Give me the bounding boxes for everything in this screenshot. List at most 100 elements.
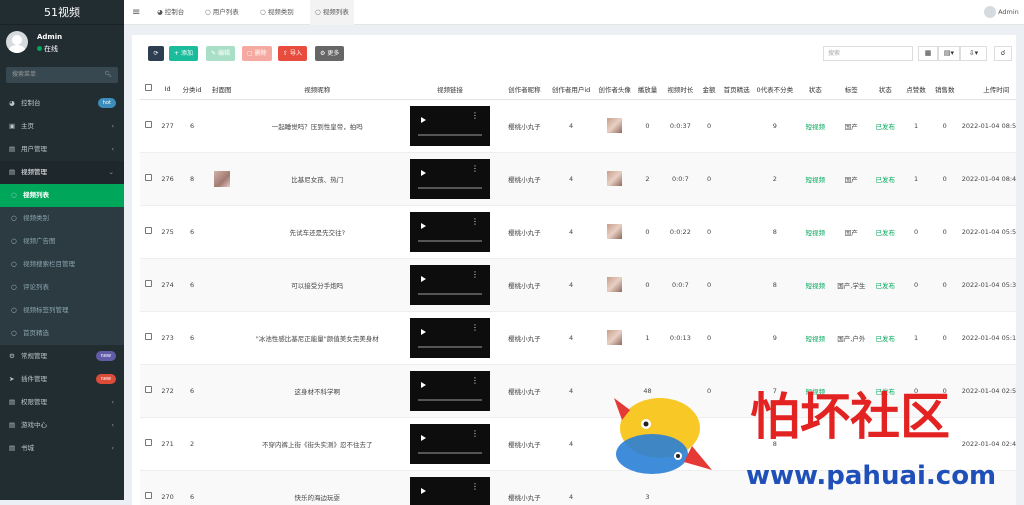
toggle-view-button[interactable]: ▦	[918, 46, 938, 61]
table-search-input[interactable]: 搜索	[823, 46, 913, 61]
cell-video-link[interactable]: ⋮	[397, 152, 503, 205]
row-checkbox[interactable]	[140, 258, 157, 311]
col-creator-avatar[interactable]: 创作者头像	[597, 79, 633, 99]
col-sales[interactable]: 销售数	[930, 79, 960, 99]
col-featured[interactable]: 首页精选	[720, 79, 754, 99]
col-video-link[interactable]: 视频链接	[397, 79, 503, 99]
sidebar-item-home[interactable]: ▣主页‹	[0, 115, 124, 138]
sidebar-item-featured[interactable]: ○首页精选	[0, 322, 124, 345]
delete-button[interactable]: ▢ 删除	[242, 46, 272, 61]
top-user-menu[interactable]: Admin	[984, 0, 1019, 25]
video-player[interactable]: ⋮	[410, 159, 490, 199]
col-likes[interactable]: 点赞数	[902, 79, 930, 99]
more-vert-icon[interactable]: ⋮	[471, 485, 479, 488]
progress-bar[interactable]	[418, 399, 482, 401]
search-icon[interactable]: 🔍︎	[104, 67, 112, 83]
import-button[interactable]: ⇧ 导入	[278, 46, 307, 61]
sidebar-item-dashboard[interactable]: ◕控制台hot	[0, 92, 124, 115]
col-upload-time[interactable]: 上传时间	[960, 79, 1016, 99]
progress-bar[interactable]	[418, 346, 482, 348]
play-icon[interactable]	[421, 223, 426, 229]
export-dropdown[interactable]: ⇩▾	[960, 46, 987, 61]
sidebar-item-permissions[interactable]: ▤权限管理‹	[0, 391, 124, 414]
cell-video-link[interactable]: ⋮	[397, 311, 503, 364]
progress-bar[interactable]	[418, 134, 482, 136]
col-amount[interactable]: 金额	[698, 79, 719, 99]
sidebar-item-general[interactable]: ⚙常规管理new	[0, 345, 124, 368]
tab-dashboard[interactable]: ◕ 控制台	[157, 0, 184, 25]
play-icon[interactable]	[421, 382, 426, 388]
video-player[interactable]: ⋮	[410, 106, 490, 146]
sidebar-item-comments[interactable]: ○评论列表	[0, 276, 124, 299]
progress-bar[interactable]	[418, 240, 482, 242]
col-video-name[interactable]: 视频昵称	[238, 79, 397, 99]
video-player[interactable]: ⋮	[410, 318, 490, 358]
more-vert-icon[interactable]: ⋮	[471, 326, 479, 329]
col-id[interactable]: Id	[157, 79, 178, 99]
sidebar-item-video-list[interactable]: ○视频列表	[0, 184, 124, 207]
sidebar-item-video-search[interactable]: ○视频搜索栏目管理	[0, 253, 124, 276]
sidebar-item-books[interactable]: ▤书城‹	[0, 437, 124, 460]
more-vert-icon[interactable]: ⋮	[471, 379, 479, 382]
row-checkbox[interactable]	[140, 99, 157, 152]
more-vert-icon[interactable]: ⋮	[471, 273, 479, 276]
more-vert-icon[interactable]: ⋮	[471, 167, 479, 170]
play-icon[interactable]	[421, 435, 426, 441]
refresh-button[interactable]: ⟳	[148, 46, 164, 61]
tab-user-list[interactable]: ○ 用户列表	[205, 0, 239, 25]
sidebar-item-video-ads[interactable]: ○视频广告图	[0, 230, 124, 253]
menu-toggle-icon[interactable]: ≡	[132, 0, 140, 25]
edit-button[interactable]: ✎ 编辑	[206, 46, 235, 61]
sidebar-item-video-tags[interactable]: ○视频标签列管理	[0, 299, 124, 322]
row-checkbox[interactable]	[140, 364, 157, 417]
progress-bar[interactable]	[418, 293, 482, 295]
more-vert-icon[interactable]: ⋮	[471, 220, 479, 223]
col-tags[interactable]: 标签	[834, 79, 868, 99]
row-checkbox[interactable]	[140, 417, 157, 470]
col-plays[interactable]: 播放量	[633, 79, 663, 99]
video-player[interactable]: ⋮	[410, 212, 490, 252]
sidebar-item-game[interactable]: ▤游戏中心‹	[0, 414, 124, 437]
add-button[interactable]: + 添加	[169, 46, 198, 61]
table-row[interactable]: 2756先试车还是先交往?⋮樱桃小丸子400:0:2208短视频国产已发布002…	[140, 205, 1016, 258]
play-icon[interactable]	[421, 276, 426, 282]
play-icon[interactable]	[421, 170, 426, 176]
progress-bar[interactable]	[418, 187, 482, 189]
app-logo[interactable]: 51视频	[0, 0, 124, 25]
tab-video-category[interactable]: ○ 视频类别	[260, 0, 294, 25]
more-button[interactable]: ⚙ 更多	[315, 46, 344, 61]
video-player[interactable]: ⋮	[410, 477, 490, 505]
col-category-id[interactable]: 分类id	[178, 79, 206, 99]
cell-video-link[interactable]: ⋮	[397, 205, 503, 258]
more-vert-icon[interactable]: ⋮	[471, 432, 479, 435]
cell-video-link[interactable]: ⋮	[397, 364, 503, 417]
cell-video-link[interactable]: ⋮	[397, 258, 503, 311]
col-category-flag[interactable]: 0代表不分类	[754, 79, 796, 99]
video-player[interactable]: ⋮	[410, 371, 490, 411]
cover-thumbnail[interactable]	[214, 171, 230, 187]
advanced-search-button[interactable]: ☌	[994, 46, 1012, 61]
row-checkbox[interactable]	[140, 205, 157, 258]
columns-dropdown[interactable]: ▤▾	[938, 46, 960, 61]
table-row[interactable]: 2776一起睡觉吗？压到性皇帝，拍吗⋮樱桃小丸子400:0:3709短视频国产已…	[140, 99, 1016, 152]
more-vert-icon[interactable]: ⋮	[471, 114, 479, 117]
col-cover[interactable]: 封面图	[206, 79, 238, 99]
col-creator-name[interactable]: 创作者昵称	[503, 79, 545, 99]
play-icon[interactable]	[421, 329, 426, 335]
sidebar-item-users[interactable]: ▤用户管理‹	[0, 138, 124, 161]
sidebar-search-input[interactable]: 搜索菜单🔍︎	[6, 67, 118, 83]
cell-video-link[interactable]: ⋮	[397, 99, 503, 152]
sidebar-item-plugins[interactable]: ➤插件管理new	[0, 368, 124, 391]
tab-video-list[interactable]: ○ 视频列表	[310, 0, 354, 25]
col-type[interactable]: 状态	[796, 79, 834, 99]
video-player[interactable]: ⋮	[410, 424, 490, 464]
row-checkbox[interactable]	[140, 152, 157, 205]
cell-video-link[interactable]: ⋮	[397, 417, 503, 470]
select-all-checkbox[interactable]	[140, 79, 157, 99]
play-icon[interactable]	[421, 117, 426, 123]
col-duration[interactable]: 视频时长	[662, 79, 698, 99]
table-row[interactable]: 2736"冰池性感比基尼正能量"颜值美女完美身材⋮樱桃小丸子410:0:1309…	[140, 311, 1016, 364]
progress-bar[interactable]	[418, 452, 482, 454]
sidebar-item-video-category[interactable]: ○视频类别	[0, 207, 124, 230]
table-row[interactable]: 2746可以接受分手炮吗⋮樱桃小丸子400:0:708短视频国产,学生已发布00…	[140, 258, 1016, 311]
